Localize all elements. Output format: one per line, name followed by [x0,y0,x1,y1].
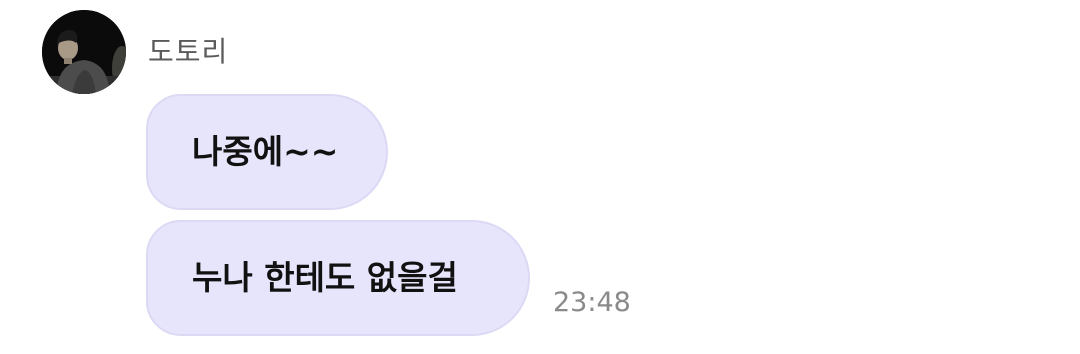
message-bubble[interactable]: 나중에~~ [146,94,388,210]
message-text: 나중에~~ [192,132,339,171]
profile-photo-image [42,10,126,94]
message-bubble[interactable]: 누나 한테도 없을걸 [146,220,530,336]
avatar[interactable] [42,10,126,94]
sender-name: 도토리 [148,35,229,68]
message-timestamp: 23:48 [553,287,631,318]
message-text: 누나 한테도 없을걸 [192,258,458,297]
